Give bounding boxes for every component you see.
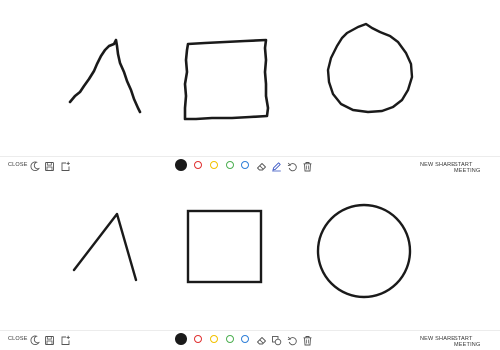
new-board-icon[interactable] [60,335,71,346]
shapes-icon[interactable] [271,335,282,346]
start-meeting-button[interactable]: START MEETING [454,336,500,348]
color-swatch-green[interactable] [226,161,234,169]
drawing-canvas-freehand[interactable] [0,0,500,156]
close-button[interactable]: CLOSE [8,336,28,342]
save-icon[interactable] [44,335,55,346]
color-swatch-yellow[interactable] [210,335,218,343]
color-swatch-yellow[interactable] [210,161,218,169]
moon-icon[interactable] [29,335,40,346]
moon-icon[interactable] [29,161,40,172]
freehand-square [183,38,270,121]
freehand-circle [326,22,414,114]
color-swatch-black[interactable] [175,159,187,171]
start-meeting-button[interactable]: START MEETING [454,162,500,174]
color-swatch-black[interactable] [175,333,187,345]
color-swatch-red[interactable] [194,335,202,343]
new-share-button[interactable]: NEW SHARE [420,336,455,342]
drawing-canvas-recognized[interactable] [0,176,500,330]
color-swatch-blue[interactable] [241,161,249,169]
color-swatch-green[interactable] [226,335,234,343]
freehand-drawing [68,22,414,121]
recognized-triangle-stroke [72,212,138,282]
new-share-button[interactable]: NEW SHARE [420,162,455,168]
new-board-icon[interactable] [60,161,71,172]
toolbar-top: CLOSE NEW SHARE START MEETING [0,156,500,176]
recognized-drawing [72,203,412,299]
toolbar-bottom: CLOSE NEW SHARE START MEETING [0,330,500,350]
undo-icon[interactable] [287,161,298,172]
recognized-square [186,209,263,284]
pen-icon[interactable] [271,161,282,172]
eraser-icon[interactable] [256,335,267,346]
recognized-circle [316,203,412,299]
color-swatch-blue[interactable] [241,335,249,343]
undo-icon[interactable] [287,335,298,346]
save-icon[interactable] [44,161,55,172]
close-button[interactable]: CLOSE [8,162,28,168]
freehand-triangle-stroke [68,38,142,114]
eraser-icon[interactable] [256,161,267,172]
trash-icon[interactable] [302,335,313,346]
trash-icon[interactable] [302,161,313,172]
color-swatch-red[interactable] [194,161,202,169]
